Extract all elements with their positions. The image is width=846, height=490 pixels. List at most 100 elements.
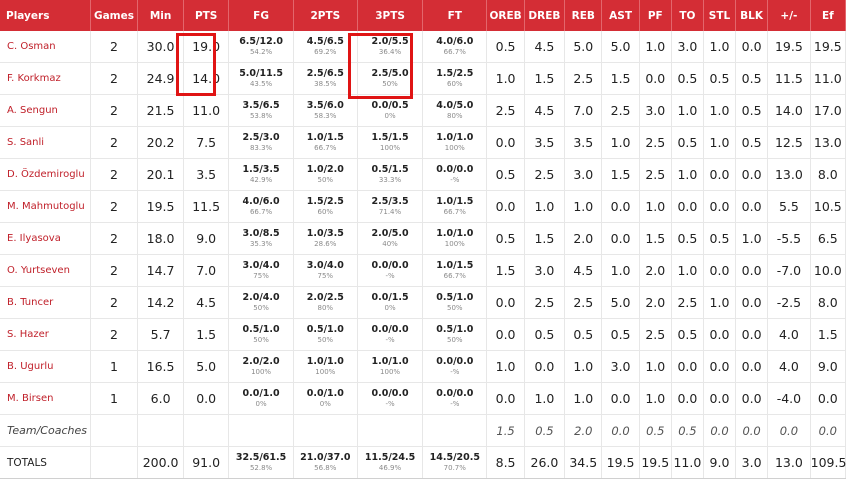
pf-cell: 2.0 [639,286,672,319]
ft-cell-made-attempted: 1.0/1.0 [436,132,474,144]
three-pts-cell: 1.5/1.5 100% [357,126,424,159]
col-header-stl[interactable]: STL [703,0,737,31]
minutes-cell: 20.2 [137,126,184,159]
player-name-link[interactable]: S. Hazer [0,318,91,351]
fg-cell-made-attempted: 5.0/11.5 [239,68,283,80]
col-header-ft[interactable]: FT [422,0,488,31]
to-cell: 11.0 [671,446,704,479]
col-header-ast[interactable]: AST [601,0,640,31]
pf-cell: 1.0 [639,31,672,63]
oreb-cell: 0.0 [486,126,525,159]
col-header-dreb[interactable]: DREB [524,0,566,31]
three-pts-cell-made-attempted: 0.0/0.5 [371,100,409,112]
ast-cell: 1.5 [601,62,640,95]
pf-cell: 2.5 [639,158,672,191]
stl-cell: 0.5 [703,62,737,95]
ast-cell: 0.0 [601,414,640,447]
fg-cell-made-attempted: 3.0/8.5 [242,228,280,240]
stl-cell: 0.0 [703,318,737,351]
ft-cell-percentage: 50% [447,303,463,312]
player-name-link[interactable]: E. Ilyasova [0,222,91,255]
player-name-link[interactable]: F. Korkmaz [0,62,91,95]
three-pts-cell-percentage: 50% [382,79,398,88]
oreb-cell: 0.0 [486,318,525,351]
header-row: Players Games Min PTS FG 2PTS 3PTS FT OREB DREB RE… [0,0,846,31]
two-pts-cell-percentage: 58.3% [314,111,337,120]
blk-cell: 1.0 [735,222,769,255]
player-name-link[interactable]: A. Sengun [0,94,91,127]
team-coaches-row: Team/Coaches 1.5 0.5 2.0 0.0 0.5 0.5 0.0 0.0 0.0 0… [0,414,846,447]
ft-cell: 14.5/20.5 70.7% [422,446,488,479]
ft-cell: 0.0/0.0 -% [422,158,488,191]
col-header-2pts[interactable]: 2PTS [293,0,358,31]
minutes-cell: 200.0 [137,446,184,479]
stl-cell: 0.0 [703,350,737,383]
ast-cell: 19.5 [601,446,640,479]
minutes-cell: 14.2 [137,286,184,319]
pf-cell: 1.0 [639,190,672,223]
col-header-blk[interactable]: BLK [735,0,769,31]
fg-cell: 3.0/4.0 75% [228,254,294,287]
dreb-cell: 1.0 [524,190,566,223]
player-name-link[interactable]: D. Özdemiroglu [0,158,91,191]
two-pts-cell-made-attempted: 0.5/1.0 [306,324,344,336]
col-header-fg[interactable]: FG [228,0,294,31]
col-header-oreb[interactable]: OREB [486,0,525,31]
fg-cell-made-attempted: 0.5/1.0 [242,324,280,336]
col-header-pf[interactable]: PF [639,0,672,31]
two-pts-cell: 2.5/6.5 38.5% [293,62,358,95]
fg-cell-made-attempted: 32.5/61.5 [235,452,287,464]
three-pts-cell-made-attempted: 1.0/1.0 [371,356,409,368]
fg-cell: 5.0/11.5 43.5% [228,62,294,95]
blk-cell: 3.0 [735,446,769,479]
dreb-cell: 2.5 [524,158,566,191]
reb-cell: 2.0 [564,414,603,447]
player-name-link[interactable]: C. Osman [0,31,91,63]
player-name-link[interactable]: B. Ugurlu [0,350,91,383]
player-name-link[interactable]: O. Yurtseven [0,254,91,287]
to-cell: 0.5 [671,62,704,95]
col-header-min[interactable]: Min [137,0,184,31]
points-cell: 1.5 [183,318,230,351]
dreb-cell: 26.0 [524,446,566,479]
col-header-3pts[interactable]: 3PTS [357,0,424,31]
player-name-link[interactable]: S. Sanli [0,126,91,159]
two-pts-cell-percentage: 50% [317,335,334,344]
col-header-players[interactable]: Players [0,0,91,31]
player-name-link[interactable]: M. Birsen [0,382,91,415]
two-pts-cell: 2.0/2.5 80% [293,286,358,319]
three-pts-cell: 0.0/0.5 0% [357,94,424,127]
col-header-ef[interactable]: Ef [810,0,846,31]
minutes-cell: 18.0 [137,222,184,255]
fg-cell-percentage: 54.2% [249,47,273,56]
col-header-pts[interactable]: PTS [183,0,230,31]
blk-cell: 0.5 [735,94,769,127]
ft-cell-percentage: -% [450,367,460,376]
box-score: Players Games Min PTS FG 2PTS 3PTS FT OREB DREB RE… [0,0,846,490]
three-pts-cell-made-attempted: 2.5/5.0 [371,68,409,80]
col-header-games[interactable]: Games [90,0,139,31]
col-header-plus-minus[interactable]: +/- [767,0,811,31]
three-pts-cell-made-attempted: 0.0/0.0 [371,260,409,272]
col-header-reb[interactable]: REB [564,0,603,31]
empty-cell [228,414,294,447]
to-cell: 0.0 [671,382,704,415]
ft-cell-made-attempted: 0.5/1.0 [436,324,474,336]
reb-cell: 4.5 [564,254,603,287]
oreb-cell: 2.5 [486,94,525,127]
col-header-to[interactable]: TO [671,0,704,31]
player-name-link[interactable]: M. Mahmutoglu [0,190,91,223]
ef-cell: 11.0 [810,62,846,95]
reb-cell: 34.5 [564,446,603,479]
player-name-link[interactable]: B. Tuncer [0,286,91,319]
minutes-cell: 19.5 [137,190,184,223]
to-cell: 0.5 [671,318,704,351]
points-cell: 4.5 [183,286,230,319]
ef-cell: 8.0 [810,286,846,319]
ft-cell-made-attempted: 1.0/1.5 [436,196,474,208]
points-cell: 7.0 [183,254,230,287]
ft-cell-percentage: -% [450,399,460,408]
player-row: B. Tuncer 2 14.2 4.5 2.0/4.0 50% 2.0/2.5 80% 0.0… [0,286,846,319]
ef-cell: 10.5 [810,190,846,223]
two-pts-cell-percentage: 100% [315,367,336,376]
